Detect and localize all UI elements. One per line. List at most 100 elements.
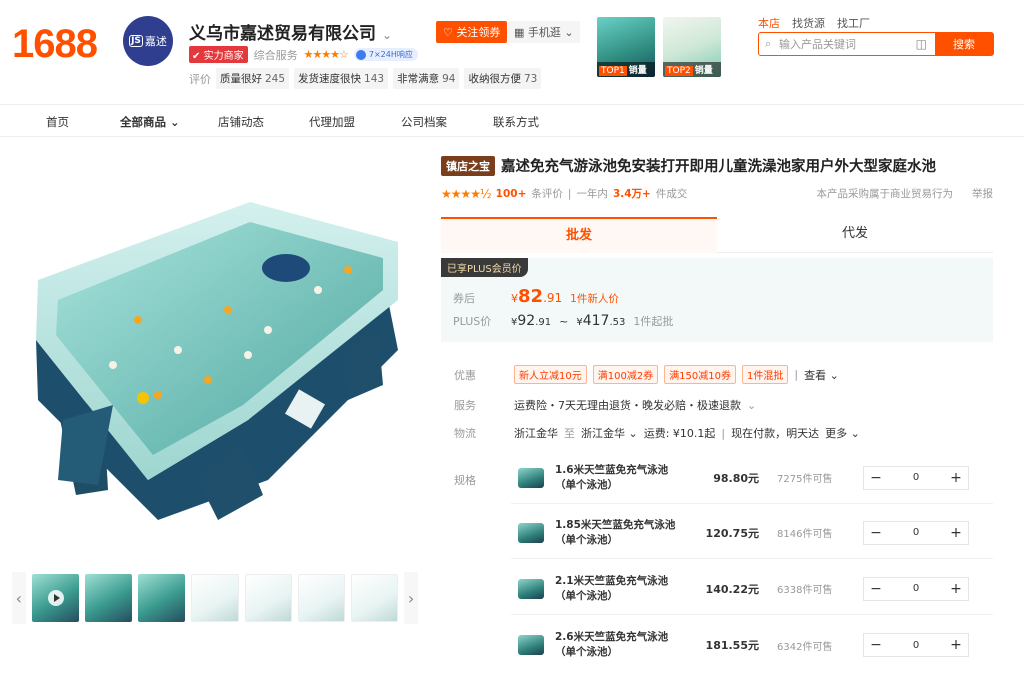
- eval-chip-count: 94: [442, 73, 456, 85]
- sku-name: 1.85米天竺蓝免充气泳池（单个泳池）: [555, 518, 676, 546]
- ball: [314, 286, 322, 294]
- logistics-more[interactable]: 更多 ⌄: [825, 425, 860, 441]
- quantity-input[interactable]: 0: [904, 472, 928, 483]
- eval-chip[interactable]: 收纳很方便 73: [464, 68, 542, 89]
- offers-more[interactable]: 查看 ⌄: [804, 367, 839, 383]
- nav-dynamics[interactable]: 店铺动态: [218, 114, 264, 130]
- sku-image[interactable]: [518, 578, 544, 599]
- ball: [174, 346, 182, 354]
- sku-image[interactable]: [518, 522, 544, 543]
- nav-company-profile[interactable]: 公司档案: [401, 114, 447, 130]
- eval-chip[interactable]: 质量很好 245: [216, 68, 290, 89]
- reviews-label: 条评价: [531, 188, 563, 200]
- coupon-tag[interactable]: 满150减10券: [664, 365, 736, 384]
- sku-name: 1.6米天竺蓝免充气泳池（单个泳池）: [555, 463, 669, 491]
- chevron-down-icon[interactable]: ⌄: [747, 399, 756, 412]
- eval-chip[interactable]: 发货速度很快 143: [294, 68, 389, 89]
- sku-price: 181.55元: [705, 639, 759, 652]
- product-main-image[interactable]: [18, 150, 418, 560]
- search-input[interactable]: 输入产品关键词: [779, 36, 916, 52]
- eval-chip[interactable]: 非常满意 94: [393, 68, 460, 89]
- coupon-price-label: 券后: [453, 292, 475, 305]
- thumbnail[interactable]: [297, 574, 345, 622]
- coupon-tag[interactable]: 新人立减10元: [514, 365, 587, 384]
- chevron-left-icon[interactable]: ‹: [12, 572, 26, 624]
- shop-badges: ✔ 实力商家 综合服务 ★★★★☆ 7×24H响应: [189, 46, 418, 63]
- shop-header: 1688 JS 嘉述 义乌市嘉述贸易有限公司 ⌄ ✔ 实力商家 综合服务 ★★★★☆…: [0, 0, 1024, 104]
- thumbnail-video[interactable]: [31, 574, 79, 622]
- sku-name: 2.6米天竺蓝免充气泳池（单个泳池）: [555, 631, 669, 658]
- thumbnail[interactable]: [138, 574, 186, 622]
- product-info: 镇店之宝 嘉述免充气游泳池免安装打开即用儿童洗澡池家用户外大型家庭水池 ★★★★…: [441, 155, 993, 342]
- nav-all-products[interactable]: 全部商品 ⌄: [120, 114, 180, 130]
- ball: [134, 316, 142, 324]
- price-range-tilde: ~: [559, 315, 569, 328]
- plus-icon[interactable]: +: [944, 581, 968, 597]
- service-text[interactable]: 运费险・7天无理由退货・晚发必赔・极速退款: [514, 397, 741, 413]
- coupon-tag[interactable]: 1件混批: [742, 365, 789, 384]
- logistics-row: 物流 浙江金华 至 浙江金华 ⌄ 运费: ¥10.1起 | 现在付款，明天达 更…: [454, 425, 860, 441]
- tab-wholesale[interactable]: 批发: [441, 217, 717, 253]
- chevron-down-icon[interactable]: ⌄: [382, 28, 392, 42]
- divider: |: [721, 426, 726, 440]
- thumbnail[interactable]: [244, 574, 292, 622]
- chevron-down-icon: ⌄: [850, 427, 860, 440]
- ship-from: 浙江金华: [514, 427, 558, 440]
- strength-badge: ✔ 实力商家: [189, 46, 248, 63]
- nav-all-products-label: 全部商品: [120, 115, 166, 129]
- sku-image[interactable]: [518, 467, 544, 488]
- minus-icon[interactable]: −: [864, 581, 888, 597]
- ship-to-select[interactable]: 浙江金华 ⌄: [581, 425, 638, 441]
- divider: |: [794, 368, 799, 381]
- minus-icon[interactable]: −: [864, 525, 888, 541]
- scope-store[interactable]: 本店: [758, 15, 780, 31]
- sales-label: 件成交: [655, 188, 688, 200]
- sku-image[interactable]: [518, 635, 544, 655]
- camera-icon[interactable]: ◫: [916, 37, 927, 51]
- search-button[interactable]: 搜索: [935, 33, 993, 55]
- offers-row: 优惠 新人立减10元 满100减2券 满150减10券 1件混批 | 查看 ⌄: [454, 365, 839, 384]
- plus-price-high: 417: [582, 313, 610, 329]
- chevron-down-icon: ⌄: [564, 26, 574, 39]
- follow-button[interactable]: ♡ 关注领券: [436, 21, 508, 43]
- plus-icon[interactable]: +: [944, 470, 968, 486]
- quantity-input[interactable]: 0: [904, 640, 928, 651]
- nav-agency[interactable]: 代理加盟: [309, 114, 355, 130]
- site-logo[interactable]: 1688: [12, 22, 98, 67]
- plus-icon[interactable]: +: [944, 637, 968, 653]
- ball: [244, 351, 252, 359]
- minus-icon[interactable]: −: [864, 637, 888, 653]
- chevron-right-icon[interactable]: ›: [404, 572, 418, 624]
- quantity-input[interactable]: 0: [904, 527, 928, 538]
- badge-check-icon: ✔: [192, 51, 201, 62]
- thumbnail[interactable]: [191, 574, 239, 622]
- eval-label: 评价: [189, 72, 211, 86]
- shop-name[interactable]: 义乌市嘉述贸易有限公司 ⌄: [189, 19, 392, 44]
- top-product-thumb[interactable]: TOP2 销量: [663, 17, 721, 77]
- sku-row: 1.6米天竺蓝免充气泳池（单个泳池） 98.80元 7275件可售 − 0 +: [511, 452, 993, 504]
- quantity-stepper: − 0 +: [863, 520, 969, 545]
- report-link[interactable]: 举报: [972, 186, 993, 201]
- scope-factory[interactable]: 找工厂: [837, 15, 870, 31]
- minus-icon[interactable]: −: [864, 470, 888, 486]
- mobile-button[interactable]: ▦ 手机逛 ⌄: [508, 21, 580, 43]
- thumbnail[interactable]: [84, 574, 133, 622]
- thumbnail[interactable]: [350, 574, 399, 622]
- plus-icon[interactable]: +: [944, 525, 968, 541]
- top-product-thumb[interactable]: TOP1 销量: [597, 17, 655, 77]
- nav-home[interactable]: 首页: [46, 114, 69, 130]
- nav-contact[interactable]: 联系方式: [493, 114, 539, 130]
- offers-more-label: 查看: [804, 368, 827, 382]
- follow-button-label: 关注领券: [456, 26, 501, 39]
- coupon-tag[interactable]: 满100减2券: [592, 365, 659, 384]
- reviews-count[interactable]: 100+: [496, 188, 527, 200]
- quantity-input[interactable]: 0: [904, 583, 928, 594]
- ball: [264, 326, 272, 334]
- scope-source[interactable]: 找货源: [792, 15, 825, 31]
- spec-label: 规格: [454, 474, 476, 487]
- top-rank-text: 销量: [628, 66, 647, 76]
- tab-dropship[interactable]: 代发: [717, 217, 993, 253]
- sku-stock: 8146件可售: [777, 529, 833, 540]
- eval-chip-label: 非常满意: [397, 73, 440, 85]
- shop-avatar[interactable]: JS 嘉述: [123, 16, 173, 66]
